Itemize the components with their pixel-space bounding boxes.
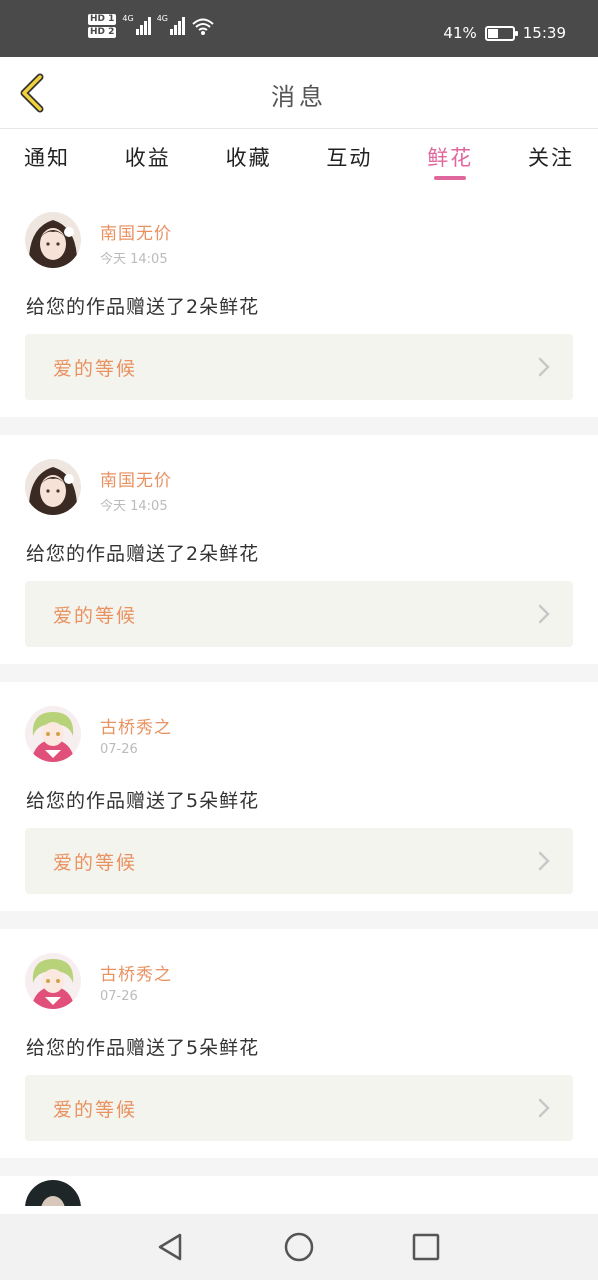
work-link-button[interactable]: 爱的等候 [25,334,573,400]
chevron-right-icon [538,1098,550,1118]
work-title: 爱的等候 [53,605,138,627]
message-card: 南国无价 今天 14:05 给您的作品赠送了2朵鲜花 爱的等候 [0,435,598,664]
clock: 15:39 [522,24,566,42]
tab-label: 关注 [527,146,574,170]
card-divider [0,664,598,682]
message-card: 古桥秀之 07-26 给您的作品赠送了5朵鲜花 爱的等候 [0,929,598,1158]
message-text: 给您的作品赠送了5朵鲜花 [26,1037,260,1059]
avatar[interactable] [25,706,81,762]
battery-percent: 41% [443,24,477,42]
tab-bar: 通知 收益 收藏 互动 鲜花 关注 [0,130,598,186]
battery-icon [484,25,518,41]
signal-strength-icon [135,17,151,35]
message-card: 南国无价 今天 14:05 给您的作品赠送了2朵鲜花 爱的等候 [0,188,598,417]
chevron-right-icon [538,851,550,871]
username[interactable]: 古桥秀之 [100,713,172,738]
tab-label: 收益 [124,146,171,170]
work-link-button[interactable]: 爱的等候 [25,828,573,894]
system-nav-bar [0,1214,598,1280]
message-card-partial [0,1176,598,1206]
status-right: 41% 15:39 [443,24,566,42]
timestamp: 今天 14:05 [100,252,168,267]
tab-label: 鲜花 [427,146,474,170]
avatar[interactable] [25,459,81,515]
status-bar: HD 1 HD 2 4G 4G 41% 15:39 [0,0,598,57]
hd-badge-2: HD 2 [88,27,117,38]
tab-label: 通知 [24,146,70,170]
work-title: 爱的等候 [53,358,138,380]
header: 消息 [0,57,598,129]
message-card: 古桥秀之 07-26 给您的作品赠送了5朵鲜花 爱的等候 [0,682,598,911]
card-divider [0,1158,598,1176]
username[interactable]: 古桥秀之 [100,960,172,985]
tab-favorites[interactable]: 收藏 [226,130,272,186]
avatar[interactable] [25,953,81,1009]
active-tab-indicator [434,176,467,180]
card-divider [0,417,598,435]
tab-label: 收藏 [225,146,272,170]
work-link-button[interactable]: 爱的等候 [25,581,573,647]
avatar[interactable] [25,1180,81,1206]
battery-fill [487,28,499,38]
timestamp: 07-26 [100,989,138,1004]
hd-badges: HD 1 HD 2 [88,14,117,38]
circle-home-icon[interactable] [282,1230,316,1264]
chevron-right-icon [538,357,550,377]
work-title: 爱的等候 [53,852,138,874]
tab-following[interactable]: 关注 [528,130,574,186]
page-title: 消息 [271,83,327,111]
tab-notifications[interactable]: 通知 [24,130,70,186]
work-link-button[interactable]: 爱的等候 [25,1075,573,1141]
tab-flowers[interactable]: 鲜花 [427,130,473,186]
tab-label: 互动 [326,146,373,170]
signal-indicators: HD 1 HD 2 4G 4G [88,14,215,38]
triangle-back-icon[interactable] [154,1230,188,1264]
signal-strength-icon [170,17,185,35]
network-type-2: 4G [156,14,168,23]
timestamp: 07-26 [100,742,138,757]
message-text: 给您的作品赠送了2朵鲜花 [26,296,260,318]
chevron-right-icon [538,604,550,624]
wifi-icon [192,18,214,35]
message-text: 给您的作品赠送了5朵鲜花 [26,790,260,812]
card-divider [0,911,598,929]
username[interactable]: 南国无价 [100,219,172,244]
username[interactable]: 南国无价 [100,466,172,491]
tab-earnings[interactable]: 收益 [125,130,171,186]
square-recent-icon[interactable] [409,1230,443,1264]
message-feed: 南国无价 今天 14:05 给您的作品赠送了2朵鲜花 爱的等候 南国无价 今天 … [0,188,598,1206]
hd-badge-1: HD 1 [88,14,117,25]
work-title: 爱的等候 [53,1099,138,1121]
timestamp: 今天 14:05 [100,499,168,514]
avatar[interactable] [25,212,81,268]
network-type-1: 4G [122,14,134,23]
tab-interactions[interactable]: 互动 [326,130,372,186]
message-text: 给您的作品赠送了2朵鲜花 [26,543,260,565]
